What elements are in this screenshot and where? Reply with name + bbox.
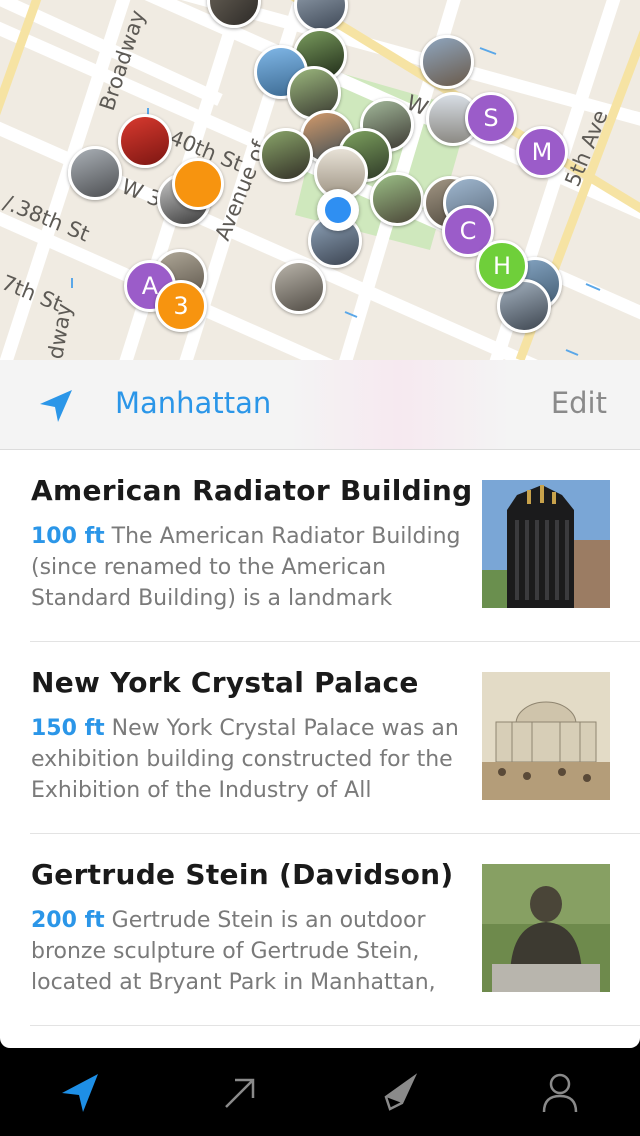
tab-compass[interactable]	[370, 1066, 430, 1120]
map-cluster-pin-m[interactable]: M	[516, 126, 568, 178]
place-description: 100 ft The American Radiator Building (s…	[31, 521, 466, 614]
place-name: American Radiator Building	[31, 474, 473, 507]
place-name: Gertrude Stein (Davidson)	[31, 858, 454, 891]
map-photo-pin[interactable]	[272, 260, 326, 314]
place-description: 150 ft New York Crystal Palace was an ex…	[31, 713, 466, 806]
compass-icon	[384, 1073, 418, 1111]
map-photo-pin[interactable]	[68, 146, 122, 200]
profile-icon	[542, 1073, 578, 1113]
place-distance: 150 ft	[31, 716, 105, 741]
map-cluster-pin-3[interactable]: 3	[155, 280, 207, 332]
place-item[interactable]: Gertrude Stein (Davidson) 200 ft Gertrud…	[0, 834, 640, 1026]
place-distance: 200 ft	[31, 908, 105, 933]
map-cluster-pin-s[interactable]: S	[465, 92, 517, 144]
map-cluster-pin-h[interactable]: H	[476, 240, 528, 292]
map-photo-pin[interactable]	[370, 172, 424, 226]
edit-button[interactable]: Edit	[551, 386, 607, 420]
direction-arrow-icon	[225, 1078, 255, 1108]
location-bar: Manhattan Edit	[0, 360, 640, 450]
place-name: New York Crystal Palace	[31, 666, 419, 699]
map-photo-pin[interactable]	[420, 35, 474, 89]
map-photo-pin[interactable]	[118, 114, 172, 168]
current-location-dot	[317, 189, 359, 231]
map-view[interactable]: Broadway 40th St W 39 /.38th St 7th St A…	[0, 0, 640, 360]
place-item[interactable]: American Radiator Building 100 ft The Am…	[0, 450, 640, 642]
tab-profile[interactable]	[530, 1066, 590, 1120]
nearby-arrow-icon	[62, 1074, 98, 1112]
place-thumbnail	[482, 480, 610, 608]
places-list[interactable]: American Radiator Building 100 ft The Am…	[0, 450, 640, 1048]
place-thumbnail	[482, 672, 610, 800]
map-cluster-pin-orange[interactable]	[172, 158, 224, 210]
place-item[interactable]: New York Crystal Palace 150 ft New York …	[0, 642, 640, 834]
tab-bar	[0, 1048, 640, 1136]
map-photo-pin[interactable]	[259, 128, 313, 182]
tab-direction[interactable]	[210, 1066, 270, 1120]
tab-nearby[interactable]	[50, 1066, 110, 1120]
place-distance: 100 ft	[31, 524, 105, 549]
row-divider	[30, 1025, 640, 1026]
location-arrow-icon[interactable]	[38, 388, 74, 424]
location-title[interactable]: Manhattan	[115, 386, 271, 420]
place-thumbnail	[482, 864, 610, 992]
place-description: 200 ft Gertrude Stein is an outdoor bron…	[31, 905, 466, 998]
